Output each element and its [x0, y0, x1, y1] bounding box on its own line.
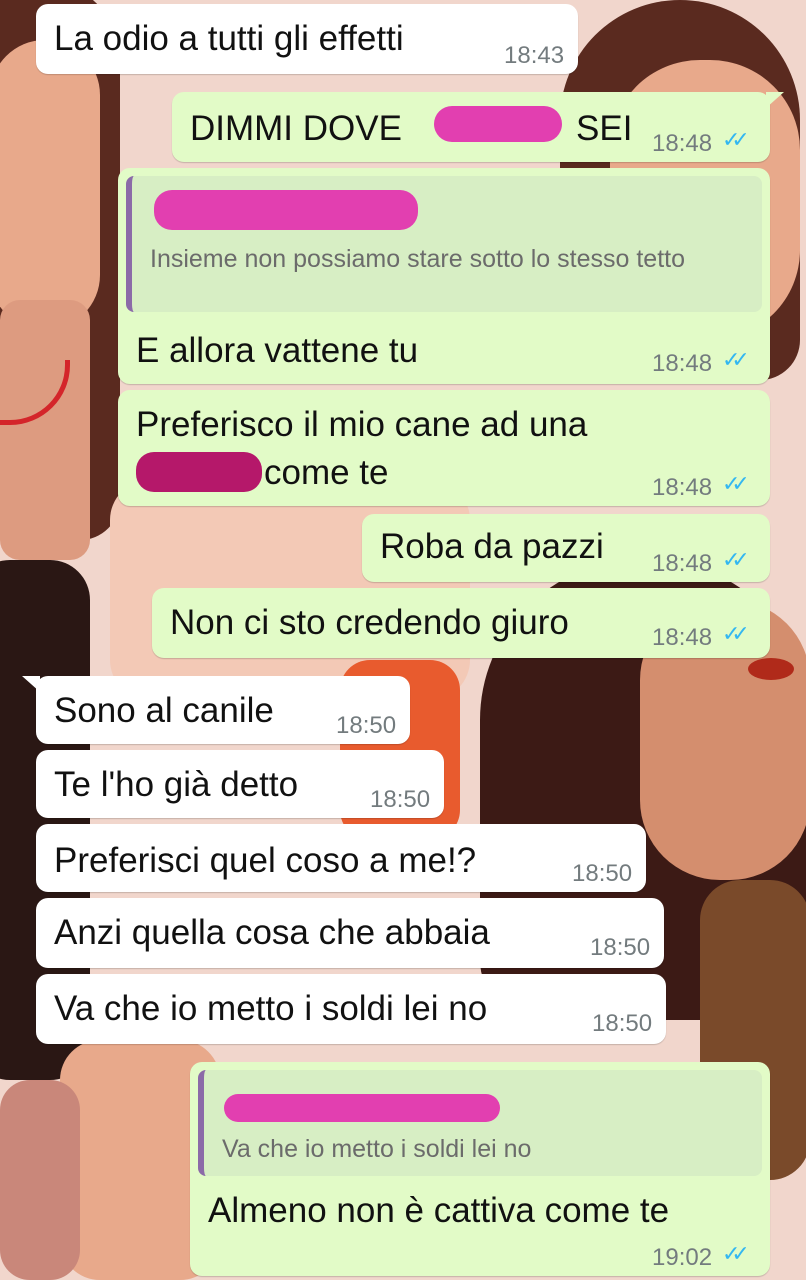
message-text: DIMMI DOVE	[190, 109, 402, 148]
message-bubble-incoming[interactable]: La odio a tutti gli effetti 18:43	[36, 4, 578, 74]
quoted-message-text: Va che io metto i soldi lei no	[222, 1135, 532, 1163]
redaction-mark	[224, 1094, 500, 1122]
read-receipt-icon: ✓✓	[722, 348, 750, 373]
message-time: 18:50	[572, 860, 633, 887]
read-receipt-icon: ✓✓	[722, 548, 750, 573]
read-receipt-icon: ✓✓	[722, 1242, 750, 1267]
quoted-message[interactable]: Va che io metto i soldi lei no	[198, 1070, 762, 1176]
message-bubble-outgoing[interactable]: Va che io metto i soldi lei no Almeno no…	[190, 1062, 770, 1276]
message-time: 18:48	[652, 474, 713, 501]
message-time: 18:43	[504, 42, 565, 69]
read-receipt-icon: ✓✓	[722, 622, 750, 647]
message-text: Almeno non è cattiva come te	[208, 1191, 670, 1230]
message-time: 18:48	[652, 130, 713, 157]
message-text: come te	[264, 453, 389, 492]
message-text: E allora vattene tu	[136, 331, 419, 370]
message-bubble-outgoing[interactable]: Roba da pazzi 18:48 ✓✓	[362, 514, 770, 582]
message-text: La odio a tutti gli effetti	[54, 19, 404, 58]
message-text: Sono al canile	[54, 691, 274, 730]
bubble-tail	[766, 92, 784, 108]
message-text: Non ci sto credendo giuro	[170, 603, 569, 642]
message-text: Preferisco il mio cane ad una	[136, 405, 588, 444]
message-bubble-incoming[interactable]: Sono al canile 18:50	[36, 676, 410, 744]
message-time: 19:02	[652, 1244, 713, 1271]
message-time: 18:50	[590, 934, 651, 961]
message-bubble-incoming[interactable]: Te l'ho già detto 18:50	[36, 750, 444, 818]
message-bubble-outgoing[interactable]: Preferisco il mio cane ad una come te 18…	[118, 390, 770, 506]
message-time: 18:48	[652, 550, 713, 577]
message-time: 18:50	[370, 786, 431, 813]
redaction-mark	[136, 452, 262, 492]
message-bubble-incoming[interactable]: Preferisci quel coso a me!? 18:50	[36, 824, 646, 892]
quoted-message-text: Insieme non possiamo stare sotto lo stes…	[150, 245, 685, 273]
message-time: 18:48	[652, 624, 713, 651]
message-list[interactable]: La odio a tutti gli effetti 18:43 DIMMI …	[0, 0, 806, 1280]
message-bubble-outgoing[interactable]: Non ci sto credendo giuro 18:48 ✓✓	[152, 588, 770, 658]
message-text: Roba da pazzi	[380, 527, 604, 566]
message-text: Anzi quella cosa che abbaia	[54, 913, 490, 952]
redaction-mark	[154, 190, 418, 230]
quoted-message[interactable]: Insieme non possiamo stare sotto lo stes…	[126, 176, 762, 312]
message-text: Te l'ho già detto	[54, 765, 299, 804]
message-text: Va che io metto i soldi lei no	[54, 989, 488, 1028]
message-text: SEI	[576, 109, 633, 148]
message-time: 18:50	[592, 1010, 653, 1037]
message-time: 18:48	[652, 350, 713, 377]
read-receipt-icon: ✓✓	[722, 128, 750, 153]
message-bubble-incoming[interactable]: Anzi quella cosa che abbaia 18:50	[36, 898, 664, 968]
message-text: Preferisci quel coso a me!?	[54, 841, 477, 880]
redaction-mark	[434, 106, 562, 142]
read-receipt-icon: ✓✓	[722, 472, 750, 497]
message-bubble-outgoing[interactable]: DIMMI DOVE SEI 18:48 ✓✓	[172, 92, 770, 162]
message-bubble-incoming[interactable]: Va che io metto i soldi lei no 18:50	[36, 974, 666, 1044]
message-time: 18:50	[336, 712, 397, 739]
message-bubble-outgoing[interactable]: Insieme non possiamo stare sotto lo stes…	[118, 168, 770, 384]
